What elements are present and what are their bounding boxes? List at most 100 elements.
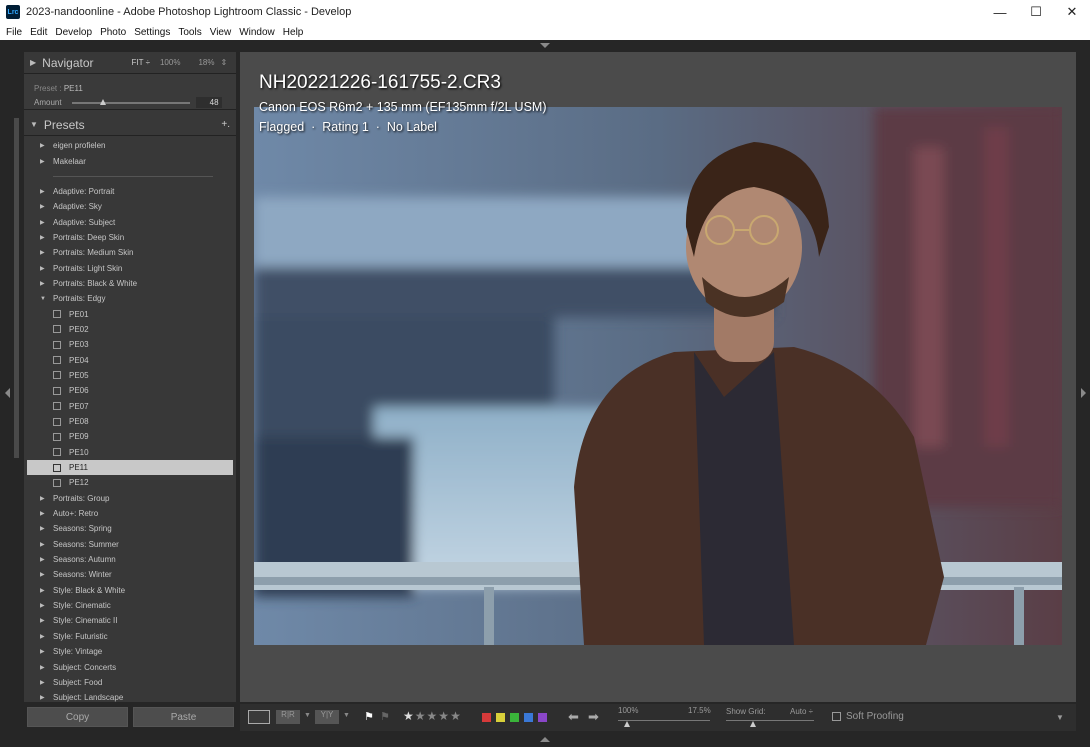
preset-group[interactable]: ▶ Makelaar <box>27 153 233 168</box>
expanded-arrow-icon[interactable]: ▼ <box>40 296 53 302</box>
collapsed-arrow-icon[interactable]: ▶ <box>40 234 53 241</box>
minimize-button[interactable]: — <box>982 0 1018 24</box>
preset-item[interactable]: PE12 <box>27 475 233 490</box>
collapsed-arrow-icon[interactable]: ▶ <box>40 495 53 502</box>
presets-header[interactable]: ▼ Presets +. <box>24 114 236 136</box>
preset-group[interactable]: ▶ Subject: Landscape <box>27 690 233 702</box>
previous-arrow-icon[interactable]: ⬅ <box>568 709 579 725</box>
soft-proofing-checkbox[interactable] <box>832 712 841 721</box>
preset-group[interactable]: ▶ Adaptive: Subject <box>27 214 233 229</box>
preset-item[interactable]: PE11 <box>27 459 233 476</box>
preset-group[interactable]: ▶ Style: Black & White <box>27 583 233 598</box>
preset-item[interactable]: PE05 <box>27 368 233 383</box>
right-panel-toggle-icon[interactable] <box>1081 388 1086 398</box>
color-label-swatch[interactable] <box>538 713 547 722</box>
zoom-18[interactable]: 18% <box>198 58 214 67</box>
zoom-fit[interactable]: FIT ÷ <box>132 58 150 67</box>
collapsed-arrow-icon[interactable]: ▶ <box>40 633 53 640</box>
maximize-button[interactable]: ☐ <box>1018 0 1054 24</box>
preset-group[interactable]: ▶ Subject: Concerts <box>27 659 233 674</box>
preset-group[interactable]: ▶ Seasons: Spring <box>27 521 233 536</box>
amount-slider-thumb[interactable] <box>99 98 106 105</box>
toolbar-menu-icon[interactable]: ▼ <box>1056 713 1064 722</box>
copy-button[interactable]: Copy <box>27 707 128 727</box>
left-panel-scrollbar[interactable] <box>14 118 19 458</box>
preset-item[interactable]: PE01 <box>27 306 233 321</box>
zoom-slider[interactable] <box>618 720 710 721</box>
top-panel-toggle-icon[interactable] <box>540 43 550 48</box>
preset-group[interactable]: ▶ Subject: Food <box>27 675 233 690</box>
preset-item[interactable]: PE09 <box>27 429 233 444</box>
collapsed-arrow-icon[interactable]: ▶ <box>40 679 53 686</box>
preset-item[interactable]: PE07 <box>27 399 233 414</box>
next-arrow-icon[interactable]: ➡ <box>588 709 599 725</box>
collapsed-arrow-icon[interactable]: ▶ <box>40 556 53 563</box>
bottom-panel-strip[interactable] <box>0 734 1090 747</box>
top-panel-strip[interactable] <box>0 40 1090 52</box>
preset-group[interactable]: ▶ Style: Cinematic II <box>27 613 233 628</box>
collapsed-arrow-icon[interactable]: ▶ <box>40 525 53 532</box>
preset-group[interactable]: ▶ Adaptive: Sky <box>27 199 233 214</box>
star-icon[interactable]: ★ <box>403 709 415 723</box>
preset-group[interactable]: ▼ Portraits: Edgy <box>27 291 233 306</box>
menu-view[interactable]: View <box>210 27 232 38</box>
preset-group[interactable]: ▶ Portraits: Deep Skin <box>27 230 233 245</box>
collapsed-arrow-icon[interactable]: ▶ <box>40 510 53 517</box>
close-button[interactable]: ✕ <box>1054 0 1090 24</box>
star-icon[interactable]: ★ <box>450 709 462 723</box>
add-preset-icon[interactable]: +. <box>221 119 230 130</box>
grid-slider-thumb[interactable] <box>750 721 756 727</box>
collapsed-arrow-icon[interactable]: ▶ <box>40 571 53 578</box>
preset-group[interactable]: ▶ Style: Vintage <box>27 644 233 659</box>
paste-button[interactable]: Paste <box>133 707 234 727</box>
preset-item[interactable]: PE04 <box>27 352 233 367</box>
preset-group[interactable]: ▶ Portraits: Medium Skin <box>27 245 233 260</box>
collapsed-arrow-icon[interactable]: ▶ <box>40 142 53 149</box>
collapsed-arrow-icon[interactable]: ▶ <box>40 219 53 226</box>
preset-group[interactable]: ▶ Seasons: Winter <box>27 567 233 582</box>
collapsed-arrow-icon[interactable]: ▶ <box>40 602 53 609</box>
menu-window[interactable]: Window <box>239 27 275 38</box>
before-after-yy-icon[interactable]: Y|Y <box>315 710 339 724</box>
preset-group[interactable]: ▶ Seasons: Autumn <box>27 552 233 567</box>
star-icon[interactable]: ★ <box>415 709 427 723</box>
star-rating[interactable]: ★★★★★ <box>403 709 462 723</box>
preset-group[interactable]: ▶ Portraits: Black & White <box>27 276 233 291</box>
collapsed-arrow-icon[interactable]: ▶ <box>40 280 53 287</box>
collapsed-arrow-icon[interactable]: ▶ <box>40 694 53 701</box>
flag-icon[interactable]: ⚑ <box>364 710 374 723</box>
chevron-down-icon[interactable]: ▼ <box>304 712 311 719</box>
loupe-view-icon[interactable] <box>248 710 270 724</box>
preset-item[interactable]: PE06 <box>27 383 233 398</box>
menu-settings[interactable]: Settings <box>134 27 170 38</box>
preset-group[interactable]: ▶ Seasons: Summer <box>27 537 233 552</box>
chevron-down-icon[interactable]: ▼ <box>343 712 350 719</box>
preset-item[interactable]: PE08 <box>27 414 233 429</box>
preset-group[interactable]: ▶ Portraits: Light Skin <box>27 260 233 275</box>
preset-group[interactable]: ▶ Style: Futuristic <box>27 629 233 644</box>
color-label-swatch[interactable] <box>510 713 519 722</box>
show-grid-value[interactable]: Auto ÷ <box>790 707 813 716</box>
bottom-panel-toggle-icon[interactable] <box>540 737 550 742</box>
preset-group[interactable]: ▶ Style: Cinematic <box>27 598 233 613</box>
before-after-lr-icon[interactable]: R|R <box>276 710 300 724</box>
preset-item[interactable]: PE02 <box>27 322 233 337</box>
zoom-stepper-icon[interactable]: ⇕ <box>220 58 227 67</box>
menu-help[interactable]: Help <box>283 27 304 38</box>
amount-value[interactable]: 48 <box>195 97 222 108</box>
zoom-slider-thumb[interactable] <box>624 721 630 727</box>
menu-develop[interactable]: Develop <box>55 27 92 38</box>
preset-group[interactable]: ▶ Auto+: Retro <box>27 506 233 521</box>
preset-item[interactable]: PE10 <box>27 445 233 460</box>
left-panel-toggle-icon[interactable] <box>5 388 10 398</box>
color-label-swatch[interactable] <box>524 713 533 722</box>
preset-group[interactable]: ▶ Portraits: Group <box>27 491 233 506</box>
collapsed-arrow-icon[interactable]: ▶ <box>40 188 53 195</box>
menu-file[interactable]: File <box>6 27 22 38</box>
preset-group[interactable]: ▶ Adaptive: Portrait <box>27 184 233 199</box>
collapsed-arrow-icon[interactable]: ▶ <box>40 648 53 655</box>
navigator-header[interactable]: ▶ Navigator FIT ÷ 100% 18% ⇕ <box>24 52 236 74</box>
menu-photo[interactable]: Photo <box>100 27 126 38</box>
color-label-swatch[interactable] <box>482 713 491 722</box>
collapsed-arrow-icon[interactable]: ▶ <box>40 265 53 272</box>
